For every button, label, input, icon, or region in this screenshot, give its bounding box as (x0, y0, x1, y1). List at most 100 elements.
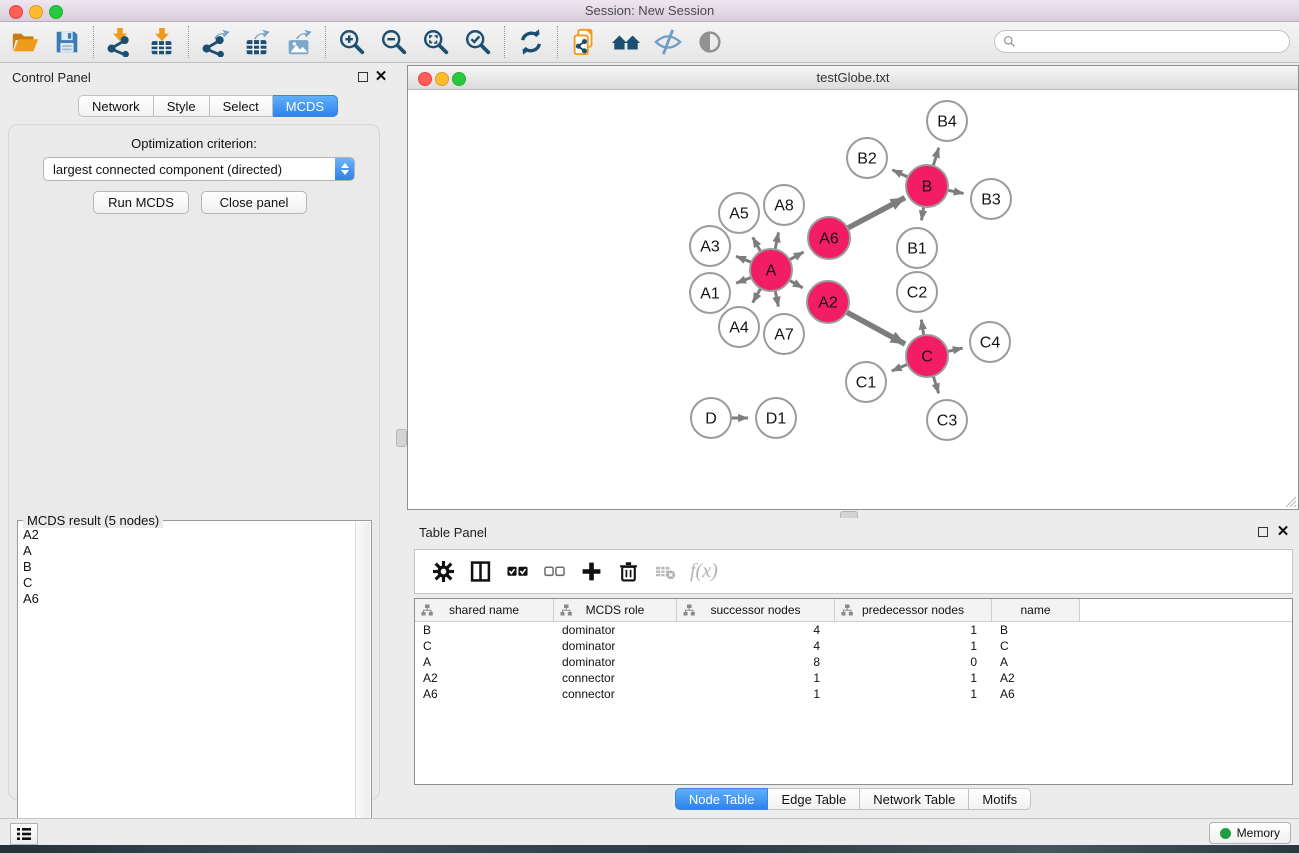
table-cell[interactable]: 1 (677, 687, 835, 701)
table-cell[interactable]: 8 (677, 655, 835, 669)
task-history-button[interactable] (10, 823, 38, 845)
table-options-gear-button[interactable] (425, 554, 462, 590)
table-cell[interactable]: 0 (835, 655, 992, 669)
table-cell[interactable]: A (992, 655, 1080, 669)
result-list-item[interactable]: B (20, 559, 354, 575)
edge-B-B2[interactable] (892, 170, 909, 178)
result-list-item[interactable]: A (20, 543, 354, 559)
search-field[interactable] (994, 30, 1290, 53)
home-view-button[interactable] (605, 24, 647, 60)
tab-edge-table[interactable]: Edge Table (768, 788, 860, 810)
import-network-button[interactable] (99, 24, 141, 60)
tab-mcds[interactable]: MCDS (273, 95, 338, 117)
edge-A-A4[interactable] (753, 287, 762, 302)
table-cell[interactable]: A2 (992, 671, 1080, 685)
edge-A-A3[interactable] (736, 256, 752, 262)
table-cell[interactable]: 1 (677, 671, 835, 685)
edge-A-A8[interactable] (775, 232, 779, 250)
table-cell[interactable]: B (415, 623, 554, 637)
edge-A-A2[interactable] (788, 280, 802, 288)
table-cell[interactable]: B (992, 623, 1080, 637)
tab-select[interactable]: Select (210, 95, 273, 117)
refresh-button[interactable] (510, 24, 552, 60)
table-row[interactable]: Cdominator41C (415, 638, 1292, 654)
memory-button[interactable]: Memory (1209, 822, 1291, 844)
column-header-mcds-role[interactable]: MCDS role (554, 599, 677, 621)
float-panel-button[interactable] (358, 72, 368, 82)
result-list-item[interactable]: A6 (20, 591, 354, 607)
edge-C-C3[interactable] (933, 375, 939, 393)
table-cell[interactable]: 1 (835, 671, 992, 685)
save-session-button[interactable] (46, 24, 88, 60)
table-cell[interactable]: A2 (415, 671, 554, 685)
delete-column-button[interactable] (610, 554, 647, 590)
close-panel-icon-button[interactable]: ✕ (373, 67, 389, 87)
edge-A6-B[interactable] (847, 198, 905, 229)
edge-C-C1[interactable] (892, 364, 909, 371)
table-cell[interactable]: dominator (554, 655, 677, 669)
table-cell[interactable]: A (415, 655, 554, 669)
export-network-button[interactable] (194, 24, 236, 60)
zoom-in-button[interactable] (331, 24, 373, 60)
mcds-result-list[interactable]: A2ABCA6 (20, 527, 354, 853)
tab-style[interactable]: Style (154, 95, 210, 117)
zoom-selected-button[interactable] (457, 24, 499, 60)
network-canvas[interactable]: B4B2BB3A5A8A6A3B1AA1C2A2A4A7C4CC1C3DD1 (408, 90, 1298, 509)
criterion-dropdown[interactable]: largest connected component (directed) (43, 157, 355, 181)
resize-grip-icon[interactable] (1284, 495, 1297, 508)
export-table-button[interactable] (236, 24, 278, 60)
table-cell[interactable]: 4 (677, 639, 835, 653)
tab-node-table[interactable]: Node Table (675, 788, 769, 810)
table-row[interactable]: Bdominator41B (415, 622, 1292, 638)
copy-network-button[interactable] (563, 24, 605, 60)
edge-A-A1[interactable] (736, 277, 752, 283)
table-cell[interactable]: C (415, 639, 554, 653)
export-image-button[interactable] (278, 24, 320, 60)
tab-network[interactable]: Network (78, 95, 154, 117)
tab-motifs[interactable]: Motifs (969, 788, 1031, 810)
column-header-successor-nodes[interactable]: successor nodes (677, 599, 835, 621)
zoom-out-button[interactable] (373, 24, 415, 60)
table-cell[interactable]: 1 (835, 623, 992, 637)
function-builder-button[interactable]: f(x) (690, 560, 718, 583)
result-scrollbar[interactable] (355, 522, 370, 853)
table-cell[interactable]: connector (554, 687, 677, 701)
edge-A-A7[interactable] (775, 290, 778, 307)
edge-A-A5[interactable] (753, 237, 762, 252)
table-cell[interactable]: dominator (554, 623, 677, 637)
tab-network-table[interactable]: Network Table (860, 788, 969, 810)
table-cell[interactable]: A6 (415, 687, 554, 701)
run-mcds-button[interactable]: Run MCDS (93, 191, 189, 214)
edge-A2-C[interactable] (846, 312, 905, 344)
table-cell[interactable]: C (992, 639, 1080, 653)
table-cell[interactable]: 1 (835, 687, 992, 701)
column-header-shared-name[interactable]: shared name (415, 599, 554, 621)
table-cell[interactable]: A6 (992, 687, 1080, 701)
table-cell[interactable]: connector (554, 671, 677, 685)
edge-A-A6[interactable] (789, 252, 804, 260)
show-graphics-button[interactable] (689, 24, 731, 60)
table-cell[interactable]: dominator (554, 639, 677, 653)
close-panel-button[interactable]: Close panel (201, 191, 307, 214)
import-table-button[interactable] (141, 24, 183, 60)
column-selector-button[interactable] (462, 554, 499, 590)
search-input[interactable] (1021, 34, 1281, 50)
result-list-item[interactable]: C (20, 575, 354, 591)
select-all-button[interactable] (499, 554, 536, 590)
table-row[interactable]: A6connector11A6 (415, 686, 1292, 702)
vertical-splitter-handle[interactable] (396, 429, 407, 447)
close-table-panel-button[interactable]: ✕ (1275, 522, 1291, 542)
float-table-panel-button[interactable] (1258, 527, 1268, 537)
table-row[interactable]: Adominator80A (415, 654, 1292, 670)
delete-table-button[interactable] (647, 554, 684, 590)
column-header-predecessor-nodes[interactable]: predecessor nodes (835, 599, 992, 621)
zoom-fit-button[interactable] (415, 24, 457, 60)
edge-B-B1[interactable] (921, 206, 923, 221)
edge-C-C4[interactable] (947, 348, 963, 352)
deselect-all-button[interactable] (536, 554, 573, 590)
add-column-button[interactable] (573, 554, 610, 590)
edge-C-C2[interactable] (921, 320, 924, 337)
table-cell[interactable]: 1 (835, 639, 992, 653)
edge-B-B4[interactable] (933, 148, 939, 167)
table-row[interactable]: A2connector11A2 (415, 670, 1292, 686)
